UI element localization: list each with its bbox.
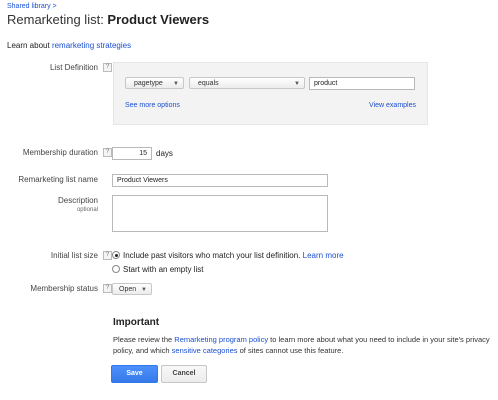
membership-status-label: Membership status [30,284,98,293]
description-optional-label: optional [76,207,98,213]
page-title: Remarketing list: Product Viewers [7,12,209,27]
membership-duration-label: Membership duration [22,148,98,157]
duration-unit: days [156,149,173,158]
help-icon[interactable]: ? [103,148,112,157]
important-text-3: of sites cannot use this feature. [237,346,344,355]
operator-dropdown[interactable]: equals ▼ [189,77,305,89]
operator-value: equals [198,80,219,87]
important-text-1: Please review the [113,335,175,344]
breadcrumb-shared-library[interactable]: Shared library > [7,3,57,10]
see-more-options-link[interactable]: See more options [125,102,180,109]
rule-value-input[interactable]: product [309,77,415,90]
learn-more-link[interactable]: Learn more [303,251,344,260]
chevron-down-icon: ▼ [141,287,147,293]
help-icon[interactable]: ? [103,284,112,293]
remarketing-program-policy-link[interactable]: Remarketing program policy [174,335,268,344]
include-past-visitors-radio[interactable] [112,251,120,259]
important-heading: Important [113,317,160,328]
chevron-down-icon: ▼ [294,81,300,87]
description-textarea[interactable] [112,195,328,232]
learn-text: Learn about [7,41,52,50]
title-prefix: Remarketing list: [7,12,108,27]
remarketing-strategies-link[interactable]: remarketing strategies [52,41,131,50]
help-icon[interactable]: ? [103,63,112,72]
rule-field-dropdown[interactable]: pagetype ▼ [125,77,184,89]
membership-status-dropdown[interactable]: Open ▼ [112,283,152,295]
empty-list-option: Start with an empty list [123,265,204,274]
description-label: Description [57,196,98,205]
title-list-name: Product Viewers [107,12,210,27]
include-past-visitors-option: Include past visitors who match your lis… [123,251,344,260]
list-name-input[interactable]: Product Viewers [112,174,328,187]
help-icon[interactable]: ? [103,251,112,260]
learn-line: Learn about remarketing strategies [7,41,131,50]
list-definition-label: List Definition [49,63,98,72]
sensitive-categories-link[interactable]: sensitive categories [172,346,238,355]
view-examples-link[interactable]: View examples [369,102,416,109]
rule-field-value: pagetype [134,80,163,87]
initial-size-label: Initial list size [50,251,98,260]
include-past-visitors-text: Include past visitors who match your lis… [123,251,301,260]
list-name-label: Remarketing list name [18,175,98,184]
membership-duration-input[interactable]: 15 [112,147,152,160]
chevron-down-icon: ▼ [173,81,179,87]
empty-list-radio[interactable] [112,265,120,273]
important-text: Please review the Remarketing program po… [113,334,493,356]
list-definition-box: pagetype ▼ equals ▼ product See more optio… [113,62,428,125]
save-button[interactable]: Save [111,365,158,383]
cancel-button[interactable]: Cancel [161,365,207,383]
membership-status-value: Open [119,286,137,293]
